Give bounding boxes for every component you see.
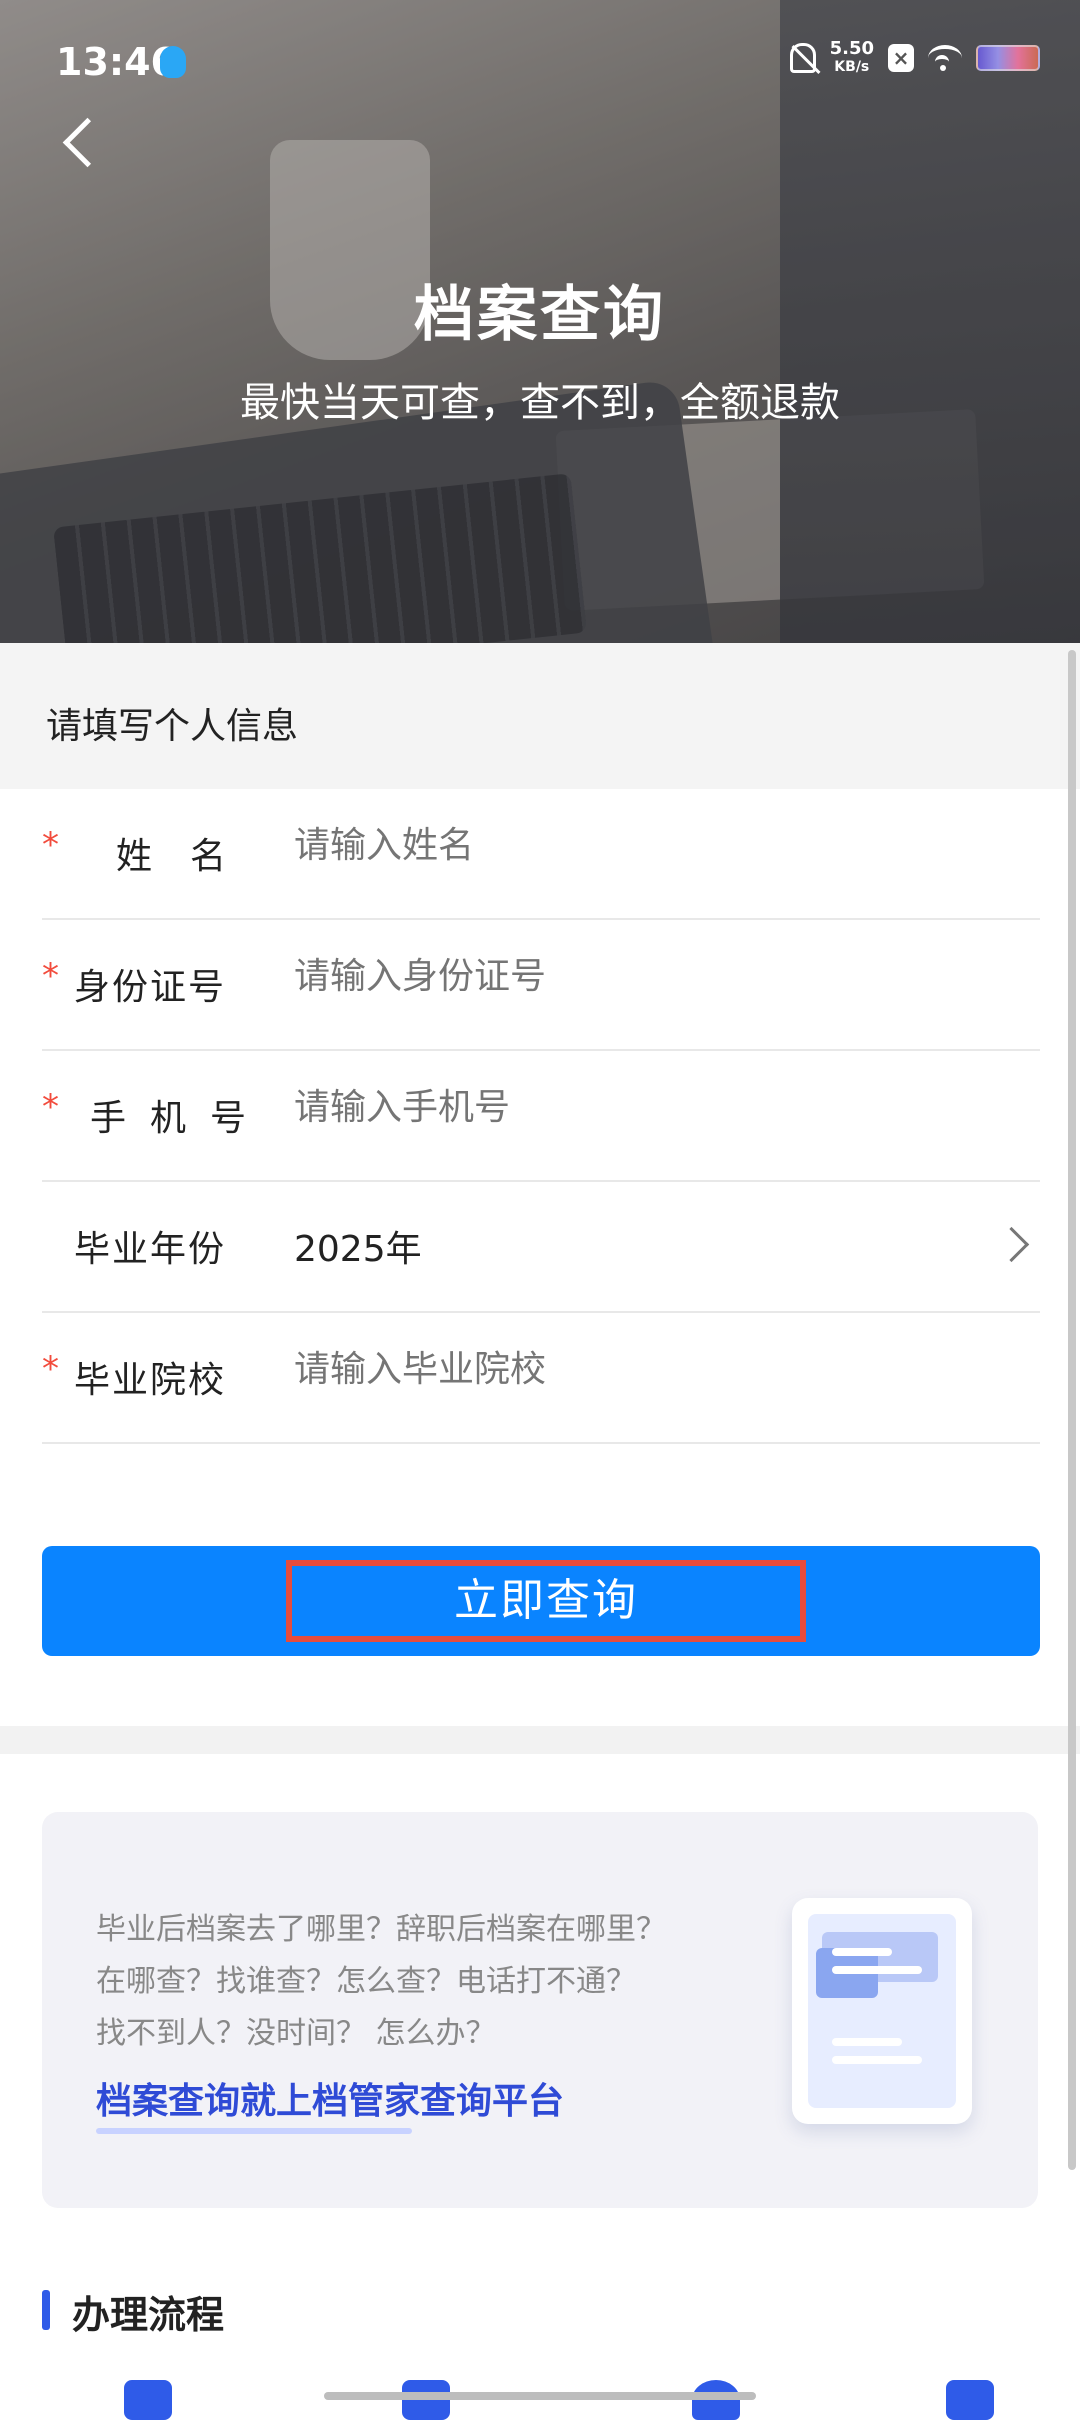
title-accent-bar <box>42 2290 50 2330</box>
info-line: 毕业后档案去了哪里？辞职后档案在哪里？ <box>96 1912 666 1947</box>
status-bar: 13:46 5.50 KB/s × <box>0 0 1080 120</box>
field-phone-row[interactable]: * 手机号 <box>42 1051 1040 1182</box>
field-id-row[interactable]: * 身份证号 <box>42 920 1040 1051</box>
form-section-title: 请填写个人信息 <box>46 706 299 747</box>
name-input[interactable] <box>294 825 974 866</box>
qq-notification-icon <box>160 46 186 78</box>
required-mark: * <box>42 825 59 865</box>
required-mark: * <box>42 1087 59 1127</box>
field-id-label: 身份证号 <box>74 967 227 1008</box>
field-name-row[interactable]: * 姓名 <box>42 789 1040 920</box>
field-grad-year-label: 毕业年份 <box>74 1229 227 1270</box>
platform-link[interactable]: 档案查询就上档管家查询平台 <box>96 2072 564 2124</box>
page-subtitle: 最快当天可查，查不到，全额退款 <box>240 380 840 426</box>
chevron-right-icon[interactable] <box>993 1226 1030 1263</box>
status-icons: 5.50 KB/s × <box>789 40 1040 76</box>
scrollbar[interactable] <box>1068 650 1076 2170</box>
document-illustration-icon <box>792 1898 972 2124</box>
required-mark: * <box>42 1349 59 1389</box>
home-indicator[interactable] <box>324 2392 756 2400</box>
grad-year-select[interactable]: 2025年 <box>294 1220 422 1272</box>
school-input[interactable] <box>294 1349 974 1390</box>
close-box-icon: × <box>888 44 914 72</box>
status-time: 13:46 <box>56 40 177 84</box>
field-school-label: 毕业院校 <box>74 1360 227 1401</box>
field-phone-label: 手机号 <box>90 1098 271 1139</box>
process-title-text: 办理流程 <box>72 2293 225 2337</box>
required-mark: * <box>42 956 59 996</box>
field-grad-year-row[interactable]: 毕业年份 2025年 <box>42 1182 1040 1313</box>
network-speed-value: 5.50 <box>829 38 874 59</box>
submit-step-icon <box>402 2380 450 2420</box>
info-line: 找不到人？没时间？ 怎么办？ <box>96 2016 496 2051</box>
page-title: 档案查询 <box>414 280 666 350</box>
info-line: 在哪查？找谁查？怎么查？电话打不通？ <box>96 1964 636 1999</box>
person-step-icon <box>692 2380 740 2420</box>
id-number-input[interactable] <box>294 956 974 997</box>
link-underline <box>96 2128 412 2134</box>
wifi-icon <box>928 45 962 71</box>
form-section-header: 请填写个人信息 <box>0 643 1080 789</box>
network-speed: 5.50 KB/s <box>830 40 874 76</box>
battery-icon <box>976 45 1040 71</box>
section-divider <box>0 1726 1080 1754</box>
clipboard-step-icon <box>946 2380 994 2420</box>
network-speed-unit: KB/s <box>834 59 870 75</box>
hero-banner: 13:46 5.50 KB/s × 档案查询 最快当天可查，查不到，全额退款 <box>0 0 1080 643</box>
form-step-icon <box>124 2380 172 2420</box>
mute-bell-icon <box>789 43 816 73</box>
field-school-row[interactable]: * 毕业院校 <box>42 1313 1040 1444</box>
phone-input[interactable] <box>294 1087 974 1128</box>
info-card: 毕业后档案去了哪里？辞职后档案在哪里？ 在哪查？找谁查？怎么查？电话打不通？ 找… <box>42 1812 1038 2208</box>
submit-query-button[interactable]: 立即查询 <box>42 1546 1040 1656</box>
submit-query-label[interactable]: 立即查询 <box>286 1560 806 1642</box>
